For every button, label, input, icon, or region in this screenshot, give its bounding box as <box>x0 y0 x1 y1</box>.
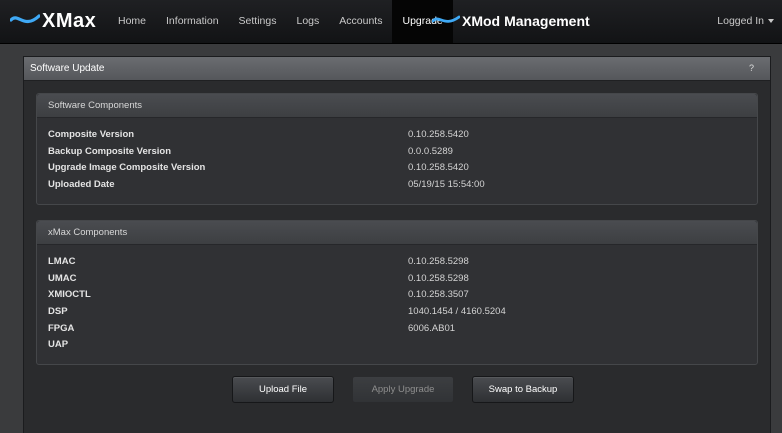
row-value: 0.10.258.5298 <box>408 256 469 267</box>
row-label: Uploaded Date <box>48 179 115 191</box>
row-value: 0.10.258.3507 <box>408 289 469 301</box>
xmax-components-list: LMAC 0.10.258.5298 UMAC 0.10.258.5298 XM… <box>37 245 757 356</box>
xmax-components-title: xMax Components <box>37 221 757 245</box>
row-value: 1040.1454 / 4160.5204 <box>408 306 506 318</box>
row-label: UMAC <box>48 272 77 284</box>
logged-in-dropdown[interactable]: Logged In <box>717 0 774 43</box>
nav-information[interactable]: Information <box>156 0 229 43</box>
management-label: Management <box>504 13 590 29</box>
xmod-name: XMod <box>462 13 501 29</box>
row-label: FPGA <box>48 322 75 334</box>
row-label: Composite Version <box>48 129 135 140</box>
info-row: LMAC 0.10.258.5298 <box>37 256 757 273</box>
software-components-title: Software Components <box>37 94 757 118</box>
info-row: DSP 1040.1454 / 4160.5204 <box>37 306 757 323</box>
info-row: FPGA 6006.AB01 <box>37 323 757 340</box>
row-value: 0.10.258.5298 <box>408 272 469 284</box>
info-row: Uploaded Date 05/19/15 15:54:00 <box>37 179 757 196</box>
xmax-components-section: xMax Components LMAC 0.10.258.5298 UMAC … <box>36 220 758 365</box>
help-icon[interactable]: ? <box>749 57 754 80</box>
nav-logs[interactable]: Logs <box>287 0 330 43</box>
nav-accounts[interactable]: Accounts <box>329 0 392 43</box>
xmod-management-logo: XMod Management <box>432 6 590 36</box>
info-row: Upgrade Image Composite Version 0.10.258… <box>37 162 757 179</box>
row-value: 6006.AB01 <box>408 322 456 334</box>
info-row: Backup Composite Version 0.0.0.5289 <box>37 146 757 163</box>
row-label: LMAC <box>48 256 76 267</box>
brand-logo[interactable]: XMax <box>10 6 96 36</box>
row-label: Backup Composite Version <box>48 145 172 157</box>
brand-name: XMax <box>42 9 97 32</box>
logged-in-label: Logged In <box>717 15 764 27</box>
row-label: DSP <box>48 306 68 318</box>
row-label: XMIOCTL <box>48 289 91 301</box>
row-value: 0.10.258.5420 <box>408 162 469 174</box>
row-label: Upgrade Image Composite Version <box>48 162 206 174</box>
info-row: UMAC 0.10.258.5298 <box>37 273 757 290</box>
row-label: UAP <box>48 339 69 351</box>
nav-home[interactable]: Home <box>108 0 156 43</box>
info-row: UAP <box>37 339 757 356</box>
row-value: 05/19/15 15:54:00 <box>408 179 485 191</box>
apply-upgrade-button[interactable]: Apply Upgrade <box>352 376 454 403</box>
software-update-panel: Software Update ? Software Components Co… <box>23 56 771 433</box>
wave-logo-icon <box>10 14 40 24</box>
nav-settings[interactable]: Settings <box>229 0 287 43</box>
caret-down-icon <box>768 19 774 24</box>
software-components-section: Software Components Composite Version 0.… <box>36 93 758 205</box>
upload-file-button[interactable]: Upload File <box>232 376 334 403</box>
wave-logo-icon <box>432 15 460 23</box>
swap-to-backup-button[interactable]: Swap to Backup <box>472 376 574 403</box>
top-navbar: XMax Home Information Settings Logs Acco… <box>0 0 782 44</box>
software-components-list: Composite Version 0.10.258.5420 Backup C… <box>37 118 757 196</box>
row-value: 0.10.258.5420 <box>408 129 469 140</box>
main-nav: Home Information Settings Logs Accounts … <box>108 0 453 43</box>
row-value: 0.0.0.5289 <box>408 145 453 157</box>
panel-title: Software Update <box>30 63 105 74</box>
info-row: Composite Version 0.10.258.5420 <box>37 129 757 146</box>
info-row: XMIOCTL 0.10.258.3507 <box>37 289 757 306</box>
panel-header: Software Update ? <box>24 57 770 81</box>
